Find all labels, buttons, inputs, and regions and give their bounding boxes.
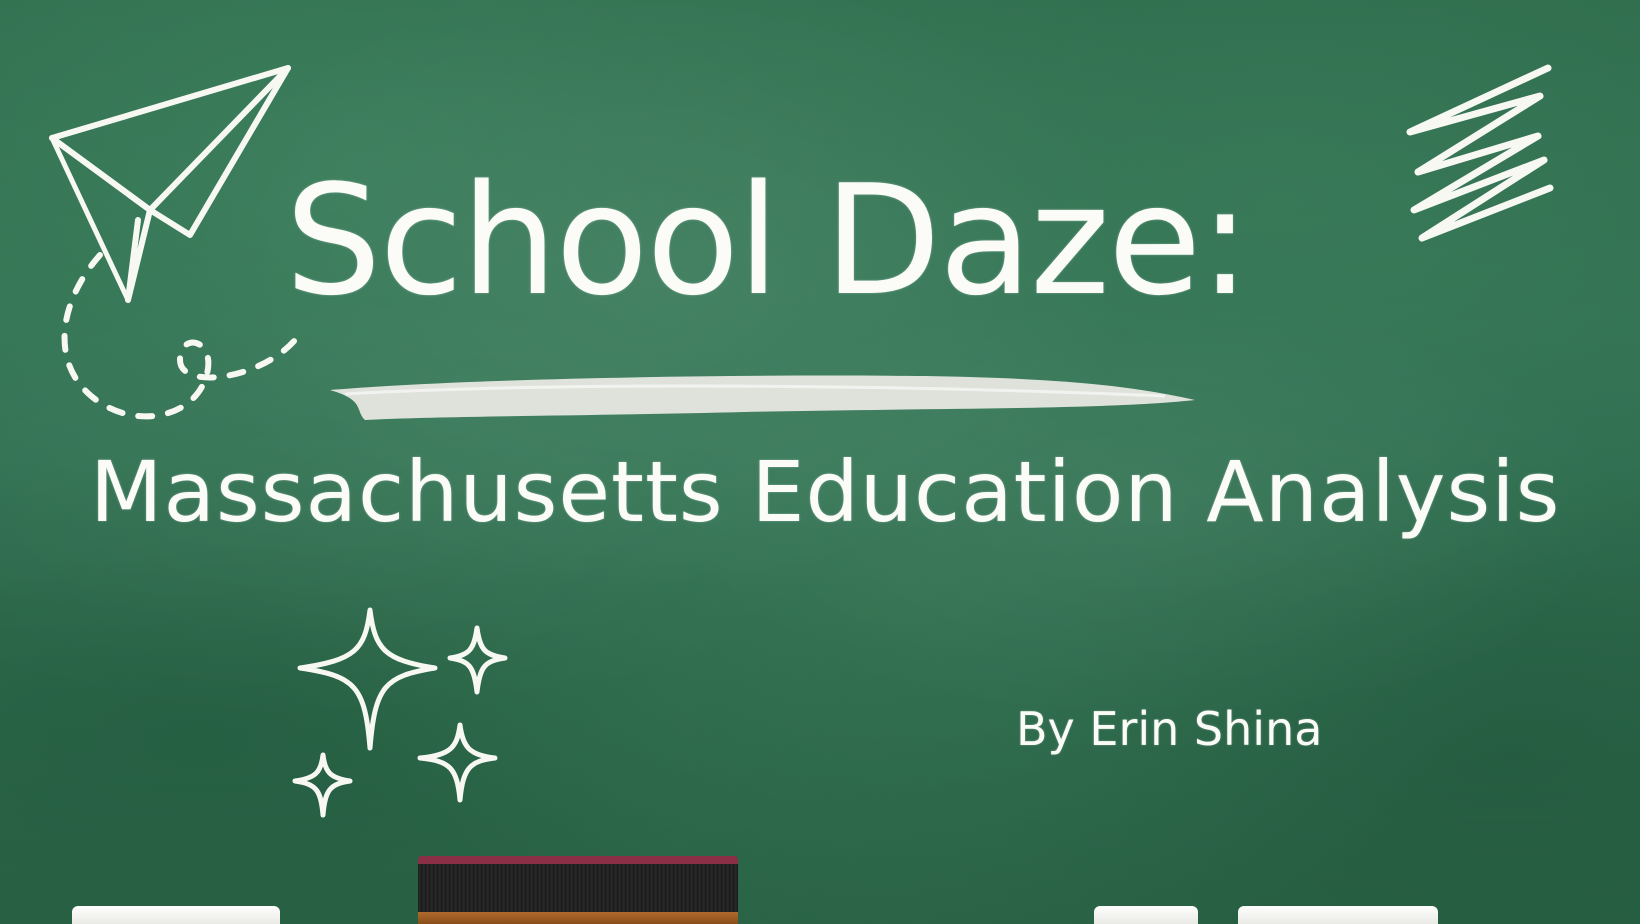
paper-airplane-icon xyxy=(49,65,298,420)
slide-title: School Daze: xyxy=(285,152,1251,329)
eraser-handle xyxy=(418,912,738,924)
eraser-pad xyxy=(418,864,738,914)
chalk-underline xyxy=(330,375,1195,420)
slide-subtitle: Massachusetts Education Analysis xyxy=(90,443,1561,541)
author-byline: By Erin Shina xyxy=(1016,702,1323,756)
chalk-stick xyxy=(1094,906,1198,924)
chalkboard-eraser xyxy=(418,856,738,924)
chalk-stick xyxy=(1238,906,1438,924)
chalk-stick xyxy=(72,906,280,924)
scribble-icon xyxy=(1406,64,1554,242)
title-slide: School Daze: Massachusetts Education Ana… xyxy=(0,0,1640,924)
sparkles-icon xyxy=(292,607,508,818)
